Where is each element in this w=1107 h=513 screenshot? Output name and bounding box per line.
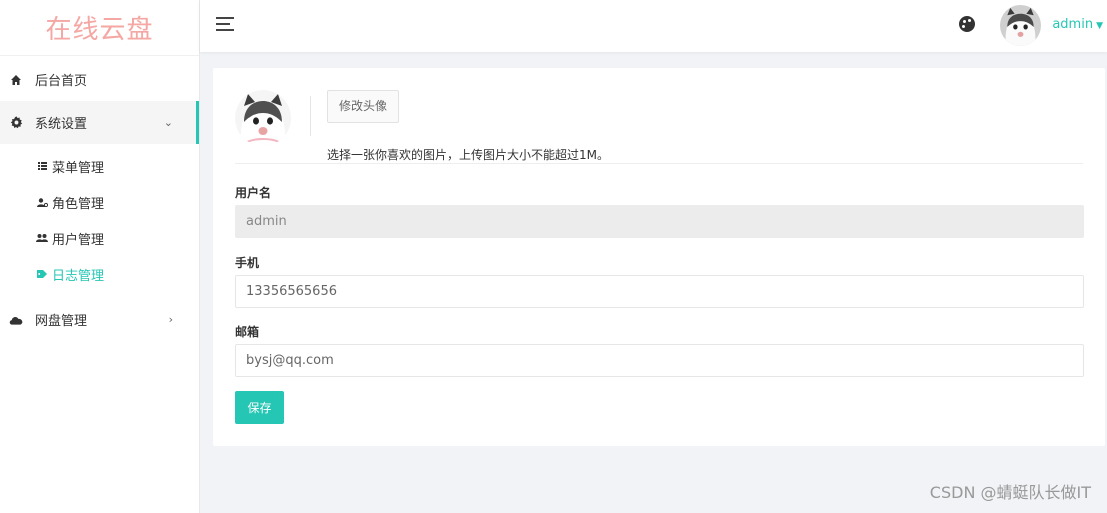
hamburger-icon[interactable] (216, 17, 234, 31)
email-label: 邮箱 (235, 325, 260, 339)
top-header: admin ▼ (200, 0, 1107, 52)
sidebar-item-home[interactable]: 后台首页 (0, 58, 199, 101)
watermark: CSDN @蜻蜓队长做IT (929, 483, 1091, 502)
phone-field[interactable] (235, 275, 1084, 308)
caret-down-icon: ▼ (1096, 21, 1103, 31)
username-label: admin (1052, 17, 1094, 32)
avatar-section: 修改头像 选择一张你喜欢的图片，上传图片大小不能超过1M。 (235, 90, 1083, 164)
divider (310, 96, 311, 136)
home-icon (9, 74, 23, 86)
sidebar-item-label: 角色管理 (52, 196, 105, 212)
brand-logo: 在线云盘 (0, 0, 199, 56)
user-role-icon (36, 197, 48, 207)
sidebar-item-label: 日志管理 (52, 268, 105, 284)
profile-card: 修改头像 选择一张你喜欢的图片，上传图片大小不能超过1M。 用户名 手机 邮箱 … (213, 68, 1105, 446)
sidebar-item-label: 用户管理 (52, 232, 105, 248)
sidebar-item-label: 菜单管理 (52, 160, 105, 176)
sidebar-item-label: 网盘管理 (35, 314, 88, 329)
change-avatar-button[interactable]: 修改头像 (327, 90, 400, 123)
sidebar: 在线云盘 后台首页 系统设置 ⌄ 菜单管理 角色管理 用户管理 日志管理 网盘管… (0, 0, 200, 513)
chevron-right-icon: › (168, 313, 173, 326)
sidebar-item-log-management[interactable]: 日志管理 (0, 256, 199, 292)
sidebar-item-label: 后台首页 (35, 74, 88, 89)
save-button[interactable]: 保存 (235, 391, 284, 424)
list-icon (36, 162, 48, 170)
username-field (235, 205, 1084, 238)
gear-icon (9, 116, 23, 129)
submenu-system-settings: 菜单管理 角色管理 用户管理 日志管理 (0, 144, 199, 298)
sidebar-item-system-settings[interactable]: 系统设置 ⌄ (0, 101, 199, 144)
palette-icon[interactable] (959, 16, 975, 32)
tag-icon (36, 270, 48, 278)
avatar-hint: 选择一张你喜欢的图片，上传图片大小不能超过1M。 (327, 148, 609, 162)
cloud-icon (9, 315, 23, 325)
profile-avatar (235, 90, 291, 146)
username-label: 用户名 (235, 186, 272, 200)
phone-label: 手机 (235, 256, 260, 270)
sidebar-item-role-management[interactable]: 角色管理 (0, 184, 199, 220)
sidebar-item-label: 系统设置 (35, 117, 88, 132)
sidebar-item-menu-management[interactable]: 菜单管理 (0, 148, 199, 184)
users-icon (36, 234, 48, 242)
user-menu[interactable]: admin ▼ (1052, 17, 1103, 32)
sidebar-item-cloud-management[interactable]: 网盘管理 › (0, 298, 199, 341)
sidebar-item-user-management[interactable]: 用户管理 (0, 220, 199, 256)
header-avatar[interactable] (1000, 5, 1041, 46)
chevron-down-icon: ⌄ (163, 116, 173, 129)
email-field[interactable] (235, 344, 1084, 377)
